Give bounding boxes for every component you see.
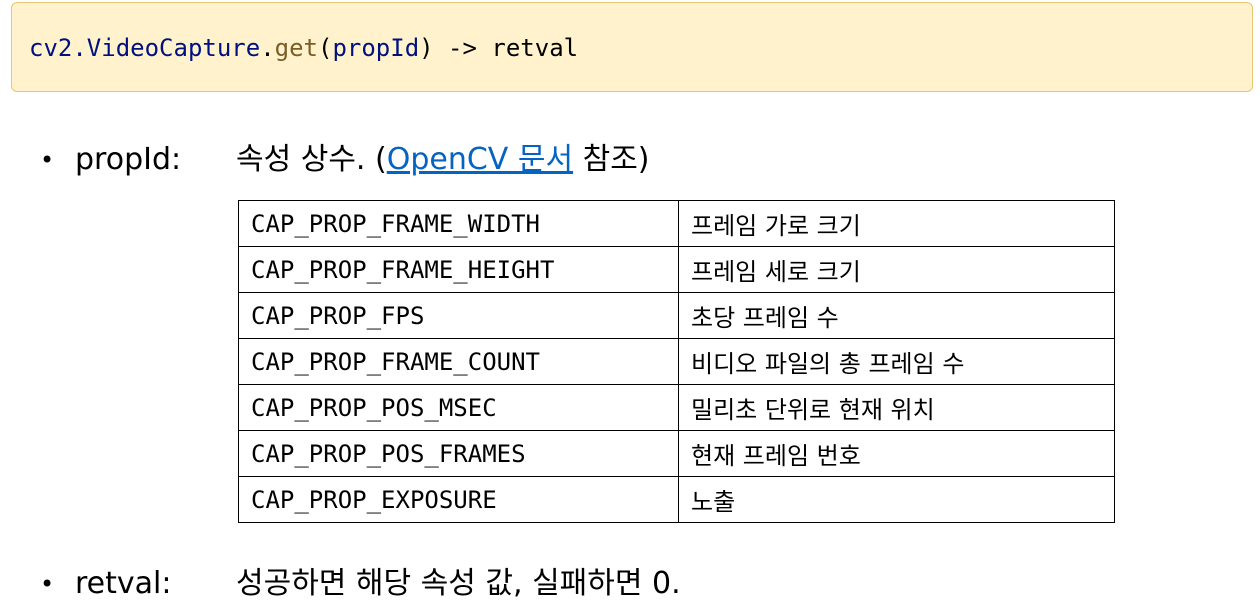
code-object: cv2.VideoCapture [29, 34, 261, 62]
code-signature: cv2.VideoCapture.get(propId) -> retval [29, 32, 578, 64]
code-argument: propId [332, 34, 420, 62]
property-constant: CAP_PROP_FRAME_HEIGHT [238, 246, 679, 293]
property-table: CAP_PROP_FRAME_WIDTH 프레임 가로 크기 CAP_PROP_FR… [238, 200, 1115, 523]
code-open-paren: ( [318, 34, 333, 62]
property-description: 현재 프레임 번호 [678, 430, 1115, 477]
table-row: CAP_PROP_EXPOSURE 노출 [238, 476, 1115, 523]
table-row: CAP_PROP_FRAME_HEIGHT 프레임 세로 크기 [238, 246, 1115, 293]
param-text-after: 참조) [573, 142, 650, 177]
property-description: 밀리초 단위로 현재 위치 [678, 384, 1115, 431]
property-description: 노출 [678, 476, 1115, 523]
code-return: -> retval [433, 34, 579, 62]
param-label: propId: [75, 142, 182, 177]
table-row: CAP_PROP_FRAME_COUNT 비디오 파일의 총 프레임 수 [238, 338, 1115, 385]
table-row: CAP_PROP_FRAME_WIDTH 프레임 가로 크기 [238, 200, 1115, 247]
property-constant: CAP_PROP_FPS [238, 292, 679, 339]
property-description: 프레임 세로 크기 [678, 246, 1115, 293]
property-constant: CAP_PROP_FRAME_COUNT [238, 338, 679, 385]
property-description: 프레임 가로 크기 [678, 200, 1115, 247]
code-method: get [274, 34, 318, 62]
table-row: CAP_PROP_POS_FRAMES 현재 프레임 번호 [238, 430, 1115, 477]
property-description: 비디오 파일의 총 프레임 수 [678, 338, 1115, 385]
property-constant: CAP_PROP_FRAME_WIDTH [238, 200, 679, 247]
param-text-before: 속성 상수. ( [236, 142, 387, 177]
property-constant: CAP_PROP_EXPOSURE [238, 476, 679, 523]
code-close-paren: ) [419, 34, 434, 62]
code-block: cv2.VideoCapture.get(propId) -> retval [11, 2, 1253, 92]
property-constant: CAP_PROP_POS_MSEC [238, 384, 679, 431]
table-row: CAP_PROP_POS_MSEC 밀리초 단위로 현재 위치 [238, 384, 1115, 431]
param-label: retval: [75, 566, 172, 601]
bullet-marker: • [40, 570, 55, 598]
table-row: CAP_PROP_FPS 초당 프레임 수 [238, 292, 1115, 339]
param-description: 속성 상수. (OpenCV 문서 참조) [236, 140, 650, 180]
code-dot: . [260, 34, 275, 62]
property-constant: CAP_PROP_POS_FRAMES [238, 430, 679, 477]
property-table-body: CAP_PROP_FRAME_WIDTH 프레임 가로 크기 CAP_PROP_FR… [238, 200, 1115, 523]
param-description: 성공하면 해당 속성 값, 실패하면 0. [236, 566, 681, 601]
property-description: 초당 프레임 수 [678, 292, 1115, 339]
opencv-docs-link[interactable]: OpenCV 문서 [387, 142, 573, 177]
bullet-marker: • [40, 146, 55, 174]
